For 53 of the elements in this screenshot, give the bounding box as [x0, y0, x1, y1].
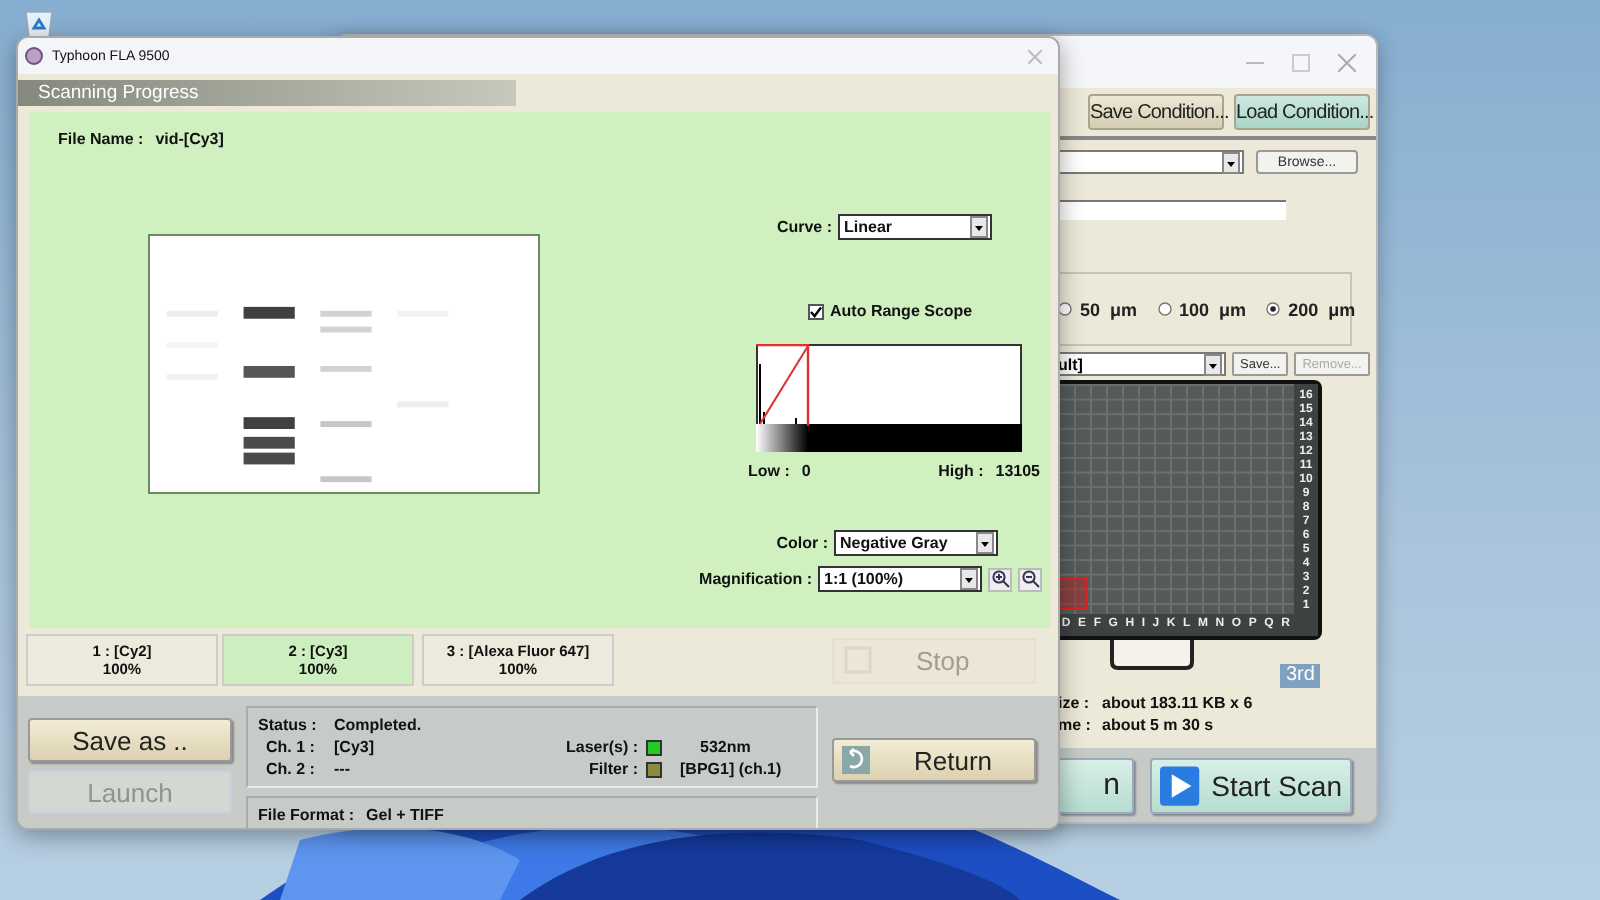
low-value: 0 — [801, 462, 811, 480]
curve-label: Curve : — [776, 218, 832, 236]
high-label: High : — [938, 462, 984, 480]
return-arrow-icon — [842, 746, 870, 774]
channel-value: [Cy3] — [334, 738, 377, 756]
app-icon — [24, 46, 44, 66]
indicator-value: [BPG1] (ch.1) — [680, 760, 782, 778]
text-field[interactable] — [1058, 200, 1286, 220]
status-value: Completed. — [334, 716, 422, 734]
checkbox-label: Auto Range Scope — [830, 302, 973, 320]
file-format-label: File Format : — [258, 806, 355, 824]
magnification-select[interactable]: 1:1 (100%) — [818, 566, 982, 592]
resolution-radio[interactable]: 200 μm — [1266, 299, 1356, 319]
status-label: Status : — [258, 716, 319, 734]
indicator-label: Laser(s) : — [563, 738, 638, 756]
return-button[interactable]: Return — [832, 738, 1036, 782]
high-value: 13105 — [995, 462, 1040, 480]
recycle-bin-icon[interactable] — [22, 6, 56, 40]
indicator-label: Filter : — [587, 760, 638, 778]
condition-button[interactable]: Save Condition... — [1088, 94, 1224, 130]
condition-button[interactable]: Load Condition... — [1234, 94, 1370, 130]
scan-action-button[interactable]: n — [1058, 757, 1134, 813]
zoom-in-icon — [991, 570, 1009, 588]
path-combo[interactable] — [1058, 150, 1244, 174]
resolution-radio[interactable]: 50 μm — [1058, 299, 1138, 319]
file-format-value: Gel + TIFF — [366, 806, 444, 824]
radio-icon — [1266, 302, 1281, 316]
zoom-out-icon — [1021, 570, 1039, 588]
magnification-label: Magnification : — [699, 570, 812, 588]
play-icon — [1160, 765, 1200, 805]
low-label: Low : — [748, 462, 790, 480]
tray-handle-icon — [1108, 638, 1196, 670]
tray-badge: 3rd — [1280, 664, 1321, 688]
radio-icon — [1157, 302, 1172, 316]
color-select[interactable]: Negative Gray — [834, 530, 998, 556]
curve-select[interactable]: Linear — [838, 214, 992, 240]
info-value: about 183.11 KB x 6 — [1102, 694, 1253, 712]
checkbox[interactable] — [808, 303, 824, 319]
file-name-value: vid-[Cy3] — [155, 130, 224, 148]
channel-value: --- — [334, 760, 352, 778]
info-value: about 5 m 30 s — [1102, 716, 1214, 734]
color-label: Color : — [776, 534, 828, 552]
start-scan-button[interactable]: Start Scan — [1150, 757, 1352, 813]
section-header: Scanning Progress — [18, 80, 516, 106]
indicator-value: 532nm — [700, 738, 751, 756]
save-as-button[interactable]: Save as .. — [28, 718, 232, 762]
selection-marker — [1058, 578, 1088, 610]
channel-label: Ch. 1 : — [266, 738, 317, 756]
file-name-label: File Name : — [58, 130, 144, 148]
zoom-out-button[interactable] — [1018, 567, 1042, 591]
resolution-radio[interactable]: 100 μm — [1157, 299, 1247, 319]
zoom-in-button[interactable] — [988, 567, 1012, 591]
channel-label: Ch. 2 : — [266, 760, 317, 778]
